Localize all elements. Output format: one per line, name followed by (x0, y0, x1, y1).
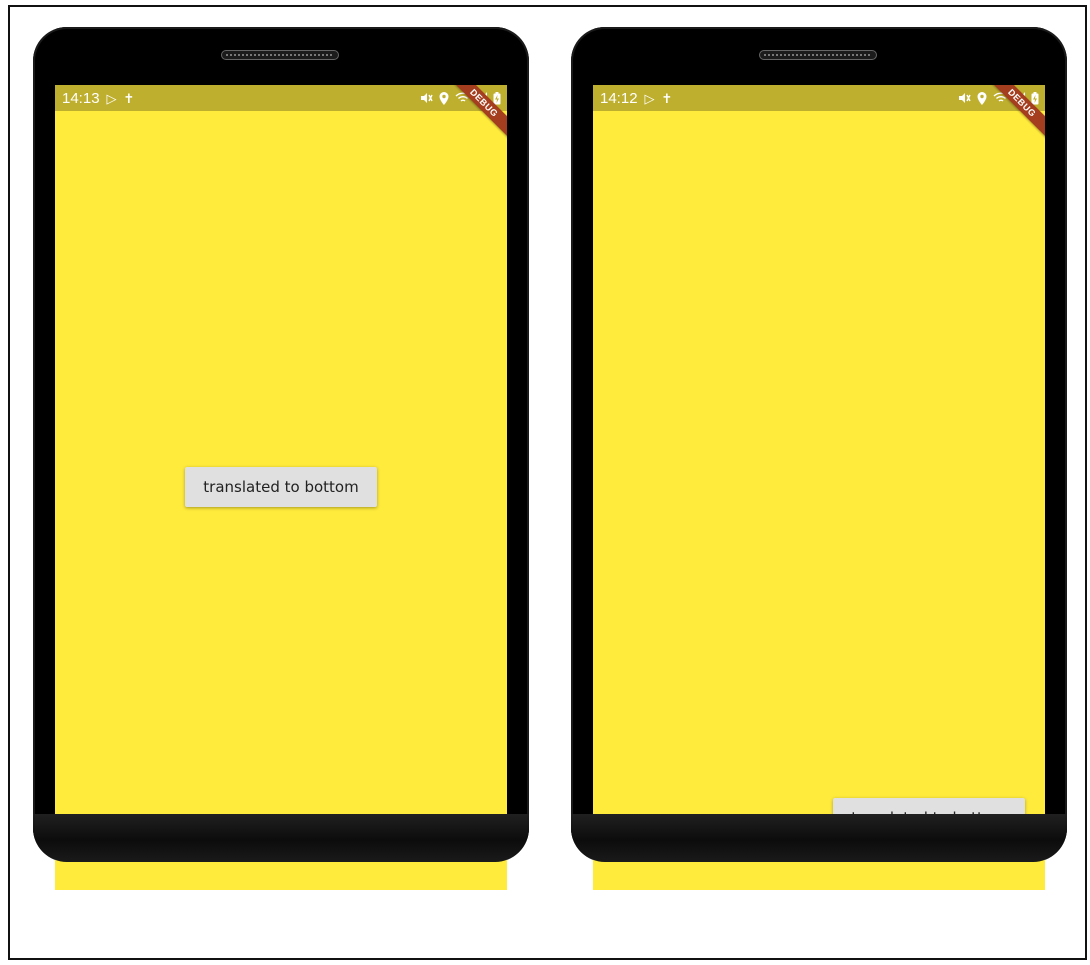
status-bar: 14:12 ▷ ✝ (593, 85, 1045, 111)
phone-right: 14:12 ▷ ✝ DEBUG translated to bottom (571, 27, 1067, 890)
notification-icon: ✝ (661, 90, 673, 106)
phone-chin (33, 814, 529, 862)
location-icon (439, 91, 449, 105)
status-time: 14:12 (600, 89, 638, 107)
play-store-icon: ▷ (106, 90, 117, 106)
play-store-icon: ▷ (644, 90, 655, 106)
earpiece-speaker (759, 50, 877, 60)
phone-chin (571, 814, 1067, 862)
phone-screen: 14:13 ▷ ✝ DEBUG translated to bottom (55, 85, 507, 890)
translate-button[interactable]: translated to bottom (185, 467, 377, 507)
earpiece-speaker (221, 50, 339, 60)
mute-icon (959, 93, 971, 103)
phone-left: 14:13 ▷ ✝ DEBUG translated to bottom (33, 27, 529, 890)
phone-screen: 14:12 ▷ ✝ DEBUG translated to bottom (593, 85, 1045, 890)
notification-icon: ✝ (123, 90, 135, 106)
status-time: 14:13 (62, 89, 100, 107)
status-bar: 14:13 ▷ ✝ (55, 85, 507, 111)
location-icon (977, 91, 987, 105)
mute-icon (421, 93, 433, 103)
